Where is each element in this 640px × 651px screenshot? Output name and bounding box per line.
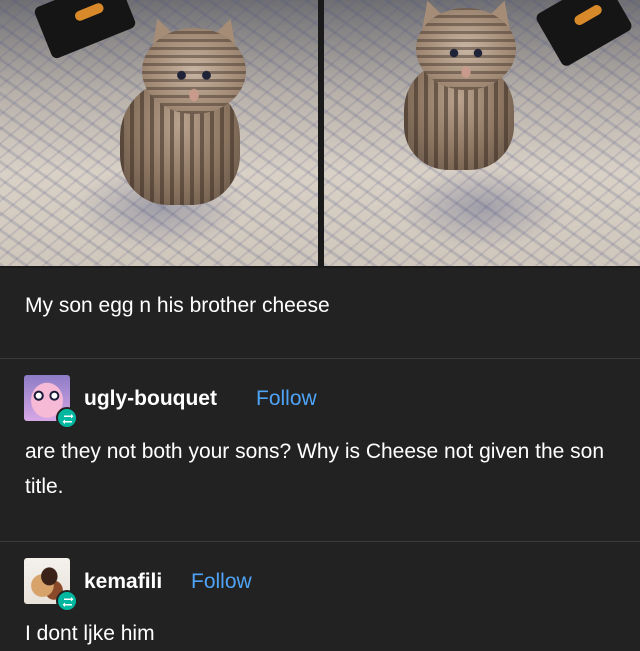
- reblog-username[interactable]: ugly-bouquet: [84, 387, 217, 411]
- reblog-icon: [56, 590, 78, 612]
- reblog-text: I dont ljke him: [25, 622, 155, 645]
- photo-set: [0, 0, 640, 268]
- reblog-icon: [56, 407, 78, 429]
- reblog-text: are they not both your sons? Why is Chee…: [25, 440, 605, 498]
- kitten-photo-cheese[interactable]: [324, 0, 640, 266]
- follow-button[interactable]: Follow: [191, 570, 252, 594]
- reblog-username[interactable]: kemafili: [84, 570, 162, 594]
- background-object: [534, 0, 634, 68]
- kitten-head: [142, 28, 246, 114]
- reblog-entry: ugly-bouquet Follow are they not both yo…: [0, 359, 640, 541]
- avatar[interactable]: [24, 558, 78, 612]
- follow-button[interactable]: Follow: [256, 387, 317, 411]
- post-caption: My son egg n his brother cheese: [25, 294, 330, 317]
- background-object: [32, 0, 138, 60]
- avatar[interactable]: [24, 375, 78, 429]
- kitten-head: [416, 8, 516, 90]
- reblog-entry: kemafili Follow I dont ljke him: [0, 542, 640, 647]
- kitten-photo-egg[interactable]: [0, 0, 318, 266]
